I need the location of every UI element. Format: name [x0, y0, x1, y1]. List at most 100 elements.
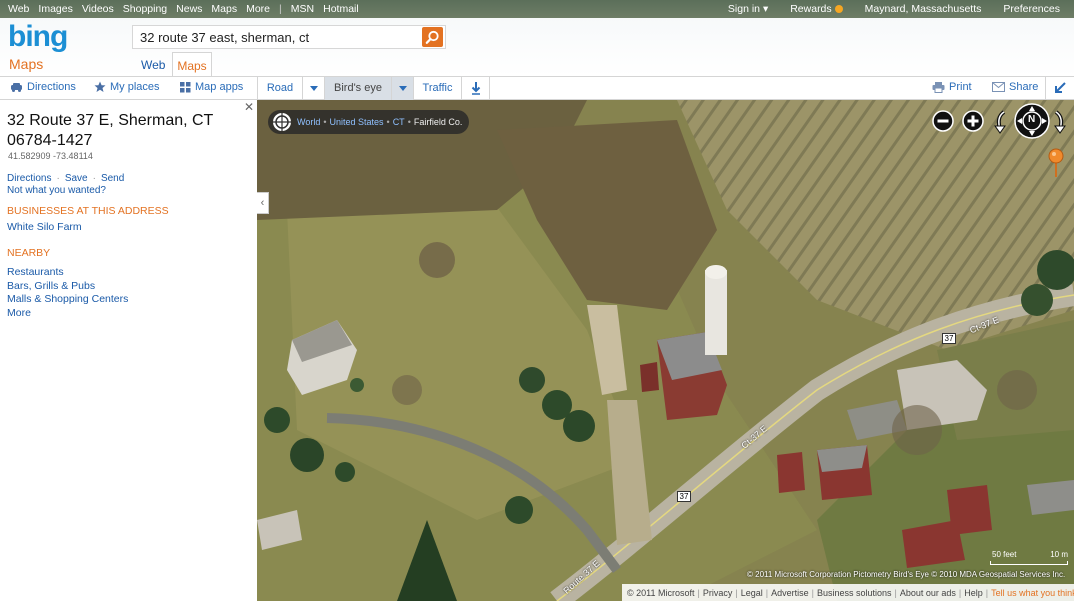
- pushpin-icon: [1048, 148, 1064, 177]
- printer-icon: [932, 81, 945, 93]
- traffic-button[interactable]: Traffic: [414, 77, 462, 100]
- top-link-news[interactable]: News: [176, 3, 202, 15]
- maps-product-label: Maps: [9, 56, 44, 72]
- compass-north-label: N: [1028, 114, 1036, 125]
- businesses-heading: BUSINESSES AT THIS ADDRESS: [7, 205, 169, 217]
- link-separator: ·: [56, 173, 60, 184]
- nearby-more-link[interactable]: More: [7, 307, 31, 319]
- road-view-button[interactable]: Road: [258, 77, 303, 100]
- tab-maps[interactable]: Maps: [172, 52, 212, 76]
- footer-bar: © 2011 Microsoft | Privacy | Legal | Advert…: [622, 584, 1074, 601]
- footer-legal-link[interactable]: Legal: [741, 588, 763, 598]
- nearby-malls-link[interactable]: Malls & Shopping Centers: [7, 293, 128, 305]
- send-link[interactable]: Send: [101, 173, 124, 184]
- address-line-2: 06784-1427: [7, 132, 93, 149]
- footer-separator: |: [697, 587, 700, 598]
- directions-link[interactable]: Directions: [7, 173, 51, 184]
- plus-icon: [962, 110, 984, 132]
- footer-advertise-link[interactable]: Advertise: [771, 588, 809, 598]
- address-line-1: 32 Route 37 E, Sherman, CT: [7, 112, 214, 129]
- zoom-in-button[interactable]: [962, 110, 984, 135]
- header: bing Maps Web Maps: [0, 18, 1074, 76]
- preferences-link[interactable]: Preferences: [1003, 3, 1060, 15]
- rotate-right-button[interactable]: [1052, 110, 1068, 137]
- map-apps-button[interactable]: Map apps: [180, 81, 243, 93]
- birds-eye-view-button[interactable]: Bird's eye: [325, 77, 392, 100]
- rotate-left-button[interactable]: [992, 110, 1008, 137]
- streetside-button[interactable]: [462, 77, 490, 100]
- not-what-you-wanted-link[interactable]: Not what you wanted?: [7, 185, 106, 196]
- breadcrumb-country[interactable]: United States: [330, 117, 384, 127]
- top-link-hotmail[interactable]: Hotmail: [323, 3, 359, 15]
- breadcrumb-world[interactable]: World: [297, 117, 320, 127]
- footer-privacy-link[interactable]: Privacy: [703, 588, 733, 598]
- top-link-more[interactable]: More: [246, 3, 270, 15]
- search-button[interactable]: [422, 27, 443, 47]
- share-button[interactable]: Share: [992, 81, 1038, 93]
- map-toolbar: Directions My places Map apps Road Bird'…: [0, 76, 1074, 100]
- map-canvas[interactable]: 37 37 Ct-37 E Ct-37 E Route 37 E N: [257, 100, 1074, 601]
- directions-label: Directions: [27, 81, 76, 93]
- nearby-bars-link[interactable]: Bars, Grills & Pubs: [7, 280, 95, 292]
- footer-copyright: © 2011 Microsoft: [627, 587, 695, 598]
- breadcrumb-separator: •: [407, 117, 411, 127]
- breadcrumb-state[interactable]: CT: [393, 117, 405, 127]
- footer-help-link[interactable]: Help: [964, 588, 983, 598]
- locate-crosshair-icon[interactable]: [272, 112, 292, 132]
- location-breadcrumb: World • United States • CT • Fairfield C…: [268, 110, 469, 134]
- close-panel-button[interactable]: ✕: [244, 100, 254, 114]
- rewards-label: Rewards: [790, 3, 832, 15]
- print-button[interactable]: Print: [932, 81, 972, 93]
- feedback-link[interactable]: Tell us what you think: [991, 588, 1074, 598]
- print-label: Print: [949, 81, 972, 93]
- chevron-down-icon: [309, 86, 318, 91]
- footer-separator: |: [735, 587, 738, 598]
- download-arrow-icon: [471, 82, 480, 95]
- scale-feet-label: 50 feet: [992, 550, 1017, 559]
- footer-about-ads-link[interactable]: About our ads: [900, 588, 956, 598]
- save-link[interactable]: Save: [65, 173, 88, 184]
- toolbar-divider: [1045, 77, 1046, 100]
- my-places-button[interactable]: My places: [94, 81, 160, 93]
- map-apps-label: Map apps: [195, 81, 244, 93]
- imagery-copyright: © 2011 Microsoft Corporation Pictometry …: [747, 570, 1066, 579]
- location-pushpin[interactable]: [1048, 148, 1064, 181]
- search-input[interactable]: [133, 26, 421, 48]
- diagonal-arrow-icon: [1055, 82, 1066, 93]
- rewards-link[interactable]: Rewards: [790, 3, 843, 15]
- top-link-images[interactable]: Images: [38, 3, 72, 15]
- birds-eye-dropdown[interactable]: [392, 77, 414, 100]
- directions-button[interactable]: Directions: [10, 81, 76, 93]
- footer-separator: |: [894, 587, 897, 598]
- route-shield: 37: [677, 491, 691, 502]
- business-link[interactable]: White Silo Farm: [7, 221, 82, 233]
- top-navigation-bar: Web Images Videos Shopping News Maps Mor…: [0, 0, 1074, 18]
- footer-separator: |: [958, 587, 962, 598]
- star-icon: [94, 81, 106, 92]
- collapse-toolbar-button[interactable]: [1054, 82, 1066, 97]
- car-icon: [11, 82, 22, 92]
- nearby-restaurants-link[interactable]: Restaurants: [7, 266, 64, 278]
- result-actions: Directions · Save · Send: [7, 173, 124, 184]
- top-link-web[interactable]: Web: [8, 3, 29, 15]
- sign-in-link[interactable]: Sign in ▾: [728, 3, 768, 15]
- aerial-image: [257, 100, 1074, 601]
- collapse-panel-button[interactable]: ‹: [257, 192, 269, 214]
- nearby-heading: NEARBY: [7, 247, 51, 259]
- top-link-shopping[interactable]: Shopping: [123, 3, 167, 15]
- compass-button[interactable]: N: [1014, 103, 1050, 142]
- chevron-down-icon: [398, 86, 407, 91]
- top-link-maps[interactable]: Maps: [211, 3, 237, 15]
- bing-logo[interactable]: bing: [8, 20, 68, 54]
- location-link[interactable]: Maynard, Massachusetts: [865, 3, 982, 15]
- footer-business-link[interactable]: Business solutions: [817, 588, 892, 598]
- rewards-icon: [834, 5, 843, 13]
- search-icon: [425, 30, 439, 44]
- zoom-out-button[interactable]: [932, 110, 954, 135]
- tab-web[interactable]: Web: [141, 58, 165, 72]
- rotate-left-arrow-icon: [994, 110, 1006, 134]
- road-view-dropdown[interactable]: [303, 77, 325, 100]
- breadcrumb-county: Fairfield Co.: [413, 117, 463, 127]
- top-link-videos[interactable]: Videos: [82, 3, 114, 15]
- top-link-msn[interactable]: MSN: [291, 3, 314, 15]
